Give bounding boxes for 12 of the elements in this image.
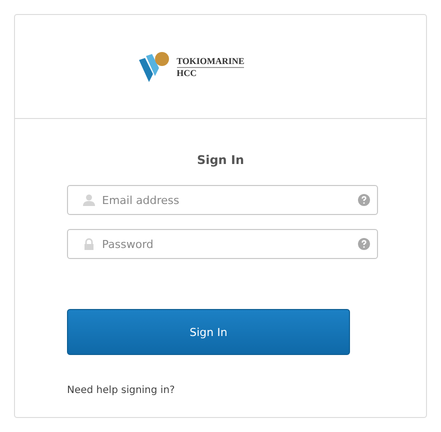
help-link[interactable]: Need help signing in? — [67, 385, 175, 396]
user-icon — [83, 194, 95, 206]
form-title: Sign In — [196, 153, 244, 167]
logo-icon — [136, 50, 171, 84]
help-icon[interactable] — [358, 238, 370, 250]
lock-icon — [83, 238, 95, 250]
input-field[interactable]: Email address — [67, 185, 378, 215]
logo-text: TOKIOMARINE — [176, 56, 244, 68]
sign-in-button[interactable]: Sign In — [67, 309, 350, 355]
logo-subtext: HCC — [176, 68, 198, 78]
input-field[interactable]: Password — [67, 229, 378, 259]
help-icon[interactable] — [358, 194, 370, 206]
